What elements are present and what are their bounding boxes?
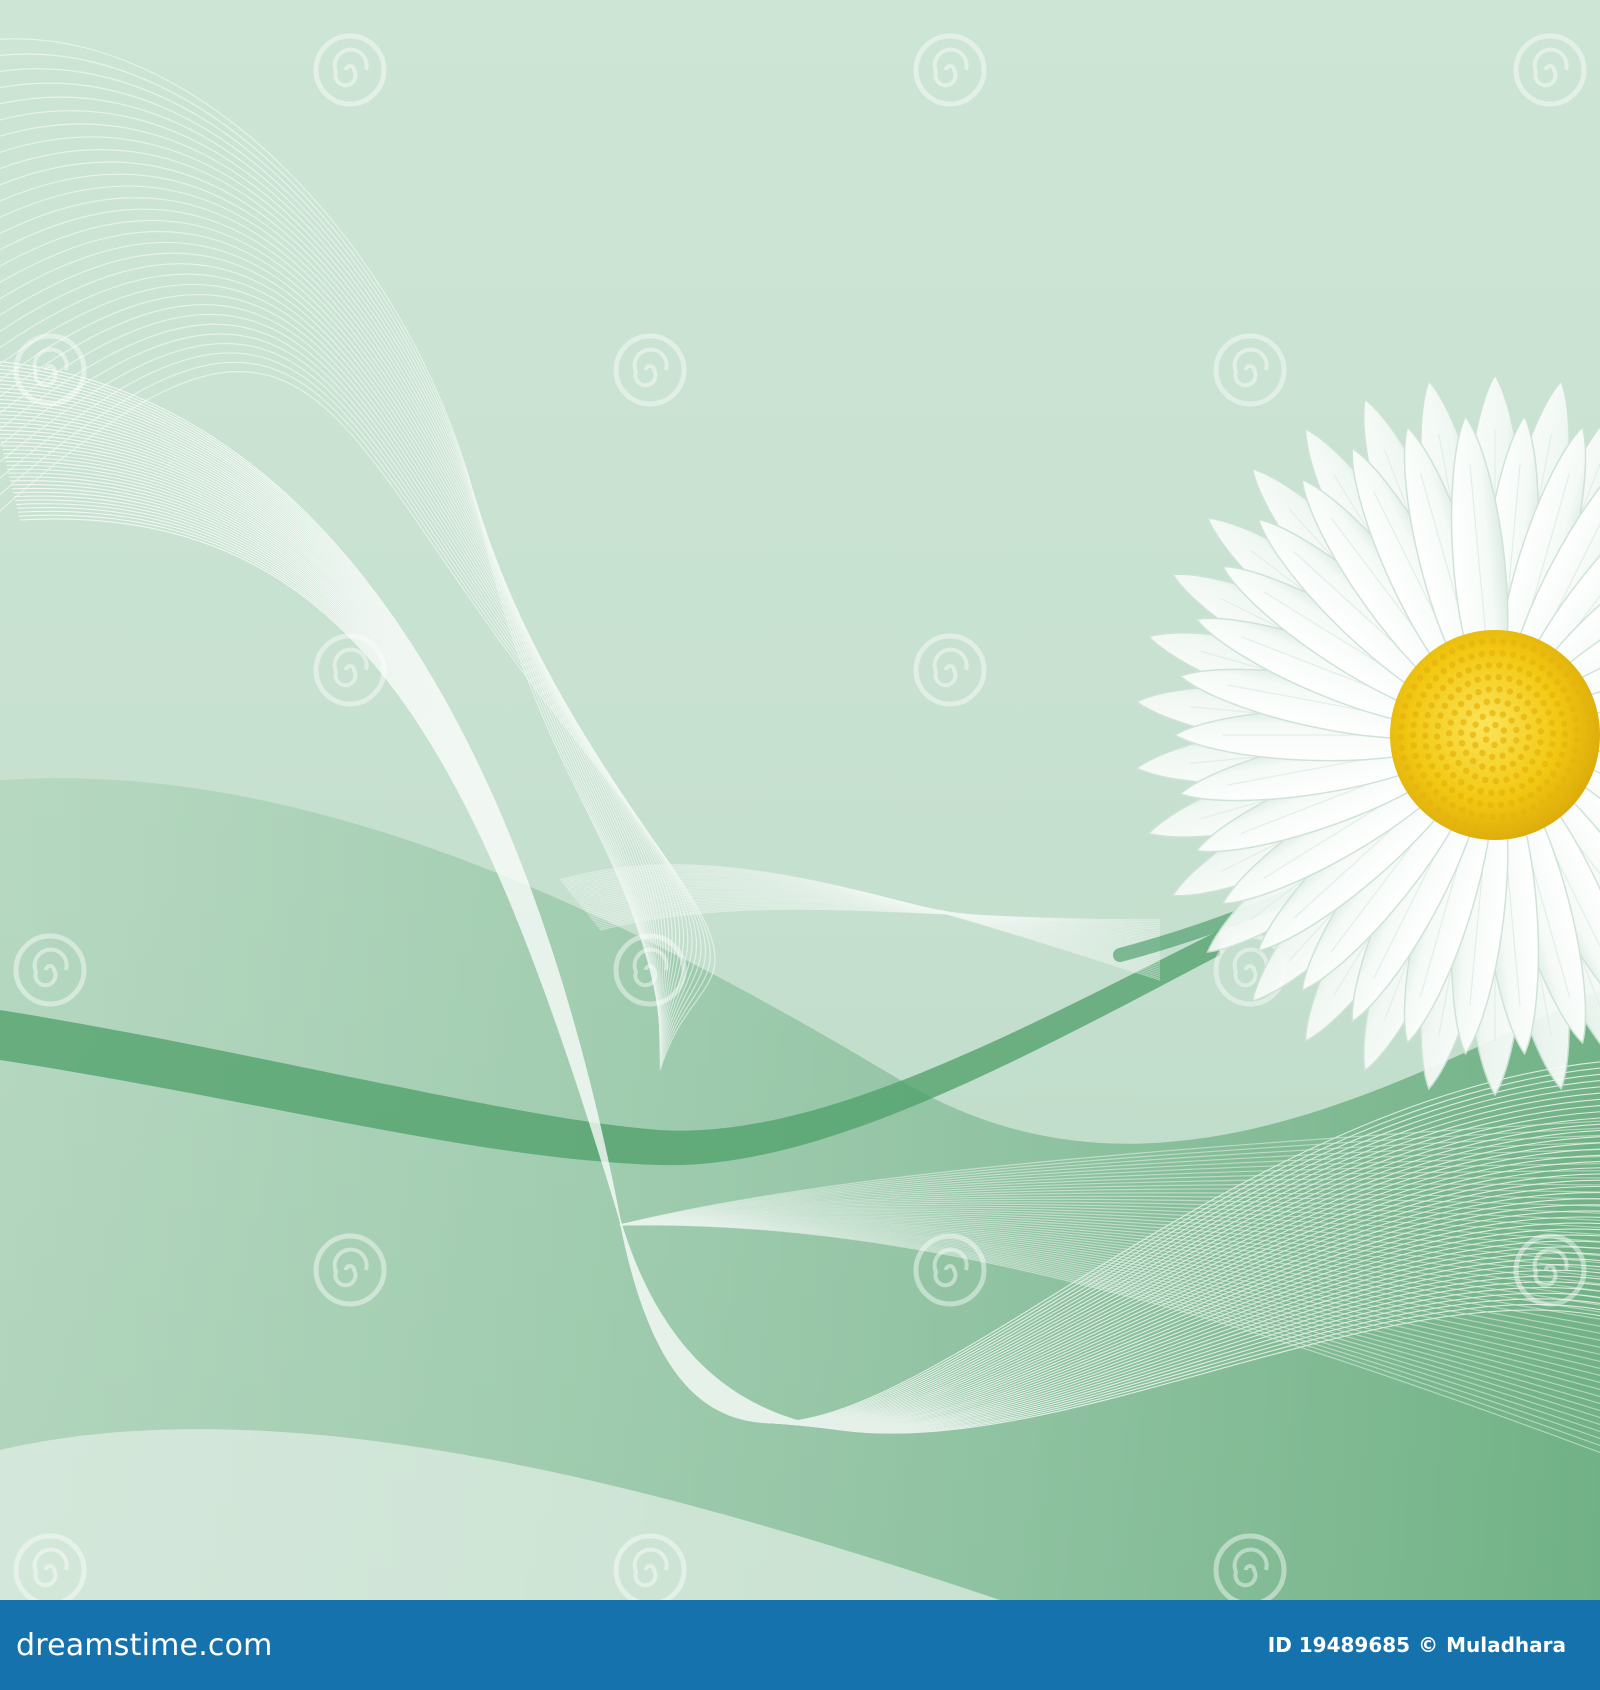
- daisy-center: [1390, 630, 1600, 840]
- author-link[interactable]: Muladhara: [1446, 1633, 1566, 1657]
- image-credit: ID 19489685 © Muladhara: [1268, 1633, 1566, 1657]
- daisy-artwork: [0, 0, 1600, 1600]
- brand-link[interactable]: dreamstime.com: [16, 1628, 273, 1663]
- image-id: ID 19489685: [1267, 1633, 1411, 1657]
- stock-image-page: dreamstime.com ID 19489685 © Muladhara: [0, 0, 1600, 1690]
- footer-bar: dreamstime.com ID 19489685 © Muladhara: [0, 1600, 1600, 1690]
- copyright-icon: ©: [1418, 1633, 1439, 1657]
- stock-photo: [0, 0, 1600, 1600]
